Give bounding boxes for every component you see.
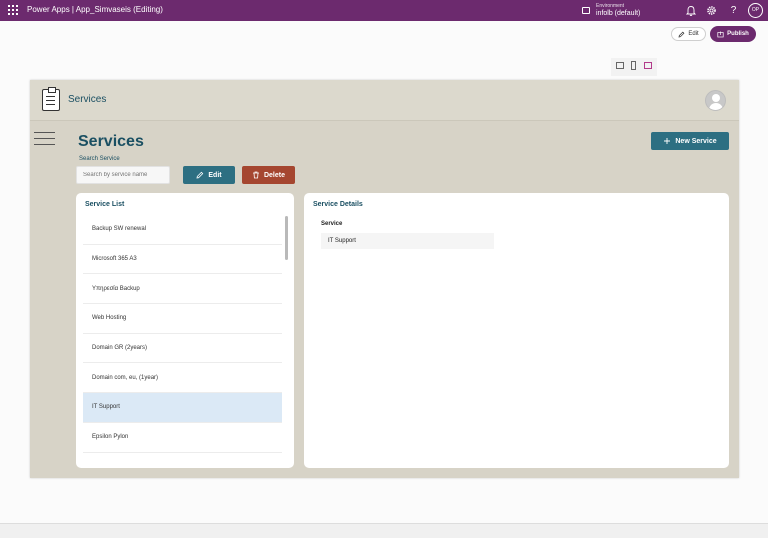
environment-name: infolb (default) (596, 10, 641, 17)
list-item[interactable]: Microsoft 365 A3 (83, 245, 282, 275)
pencil-icon (678, 31, 685, 37)
app-title: Power Apps | App_Simvaseis (Editing) (27, 5, 163, 14)
list-item[interactable]: Epsilon Pylon (83, 423, 282, 453)
header-title: Services (68, 94, 107, 105)
publish-icon (717, 31, 724, 37)
service-details-title: Service Details (313, 201, 363, 208)
edit-button-label: Edit (688, 31, 699, 37)
list-item-selected[interactable]: IT Support (83, 393, 282, 423)
edit-button[interactable]: Edit (671, 27, 706, 41)
delete-service-button[interactable]: Delete (242, 166, 295, 184)
environment-label: Environment (596, 3, 625, 9)
desktop-icon[interactable] (616, 62, 624, 69)
list-item[interactable]: Backup SW renewal (83, 215, 282, 245)
page-title: Services (78, 133, 144, 150)
help-icon[interactable]: ? (728, 5, 739, 16)
search-input[interactable] (76, 166, 170, 184)
service-list: Backup SW renewal Microsoft 365 A3 Υπηρε… (83, 215, 282, 453)
gear-icon[interactable] (706, 5, 717, 16)
app-screen: Services Services Search Service Edit De… (30, 80, 739, 478)
profile-avatar[interactable]: OP (748, 3, 763, 18)
edit-service-label: Edit (208, 171, 222, 179)
search-label: Search Service (79, 156, 120, 162)
clipboard-logo-icon (42, 87, 60, 111)
trash-icon (252, 171, 259, 179)
app-header: Services (30, 80, 739, 121)
service-list-title: Service List (85, 201, 125, 208)
list-item[interactable]: Domain com, eu, (1year) (83, 363, 282, 394)
user-avatar[interactable] (705, 90, 726, 111)
mobile-icon[interactable] (631, 61, 636, 70)
edit-service-button[interactable]: Edit (183, 166, 235, 184)
service-details-card: Service Details Service IT Support (304, 193, 729, 468)
list-item[interactable]: Υπηρεσία Backup (83, 274, 282, 305)
new-service-label: New Service (675, 137, 717, 145)
delete-service-label: Delete (263, 171, 285, 179)
publish-button[interactable]: Publish (710, 26, 756, 42)
list-scrollbar[interactable] (285, 216, 288, 260)
app-launcher-icon[interactable] (8, 5, 18, 15)
list-item[interactable]: Web Hosting (83, 304, 282, 334)
bottom-strip (0, 523, 768, 538)
bell-icon[interactable] (685, 5, 696, 16)
environment-icon (582, 7, 590, 14)
publish-button-label: Publish (727, 31, 749, 37)
tablet-icon[interactable] (644, 62, 652, 69)
device-preview-switch (611, 58, 657, 76)
list-item[interactable]: Domain GR (2years) (83, 334, 282, 364)
service-field-label: Service (321, 221, 343, 227)
new-service-button[interactable]: New Service (651, 132, 729, 150)
pencil-icon (196, 171, 204, 179)
plus-icon (664, 138, 671, 144)
service-list-card: Service List Backup SW renewal Microsoft… (76, 193, 294, 468)
top-bar: Power Apps | App_Simvaseis (Editing) Env… (0, 0, 768, 21)
service-field-value: IT Support (321, 233, 494, 249)
hamburger-menu-icon[interactable] (34, 132, 55, 146)
